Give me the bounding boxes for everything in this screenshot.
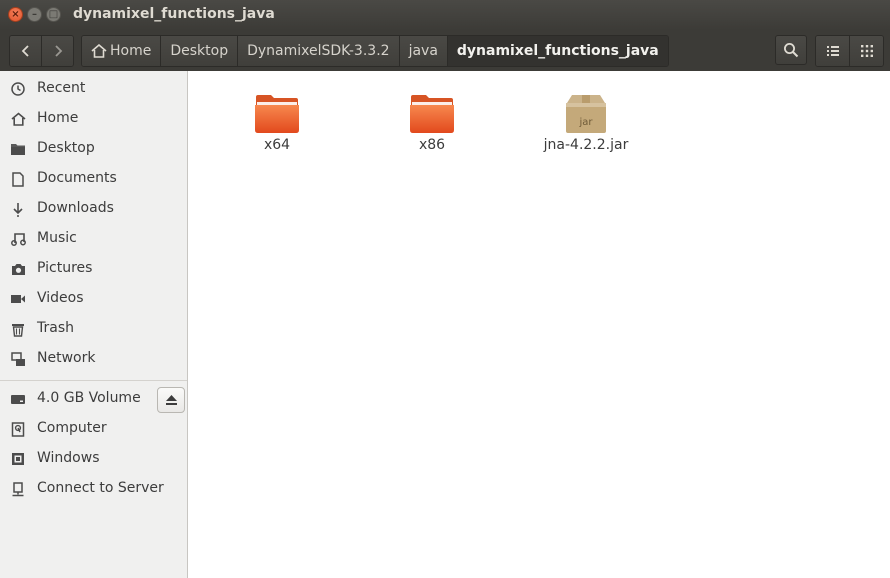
sidebar-item-pictures[interactable]: Pictures bbox=[0, 254, 187, 284]
sidebar-item-label: Downloads bbox=[37, 200, 114, 216]
sidebar-item-trash[interactable]: Trash bbox=[0, 314, 187, 344]
sidebar-item-label: Pictures bbox=[37, 260, 93, 276]
search-button[interactable] bbox=[775, 35, 807, 65]
window-title: dynamixel_functions_java bbox=[73, 6, 275, 22]
document-icon bbox=[10, 171, 26, 187]
home-icon bbox=[10, 111, 26, 127]
maximize-window-button[interactable]: □ bbox=[46, 7, 61, 22]
camera-icon bbox=[10, 261, 26, 277]
trash-icon bbox=[10, 321, 26, 337]
drive-icon bbox=[10, 391, 26, 407]
breadcrumb: Home Desktop DynamixelSDK-3.3.2 java dyn… bbox=[81, 35, 669, 67]
breadcrumb-desktop[interactable]: Desktop bbox=[160, 36, 238, 66]
eject-button[interactable] bbox=[157, 387, 185, 413]
minimize-window-button[interactable]: – bbox=[27, 7, 42, 22]
sidebar-item-label: Desktop bbox=[37, 140, 95, 156]
file-item-x86[interactable]: x86 bbox=[377, 79, 487, 159]
sidebar-item-label: Documents bbox=[37, 170, 117, 186]
folder-icon bbox=[10, 141, 26, 157]
video-icon bbox=[10, 291, 26, 307]
breadcrumb-home[interactable]: Home bbox=[82, 36, 161, 66]
sidebar: Recent Home Desktop Documents Downloads … bbox=[0, 71, 188, 578]
network-icon bbox=[10, 351, 26, 367]
sidebar-item-videos[interactable]: Videos bbox=[0, 284, 187, 314]
file-name: x86 bbox=[418, 137, 446, 153]
file-item-jna-jar[interactable]: jar jna-4.2.2.jar bbox=[531, 79, 641, 159]
grid-view-icon bbox=[860, 45, 873, 57]
sidebar-item-home[interactable]: Home bbox=[0, 104, 187, 134]
breadcrumb-java[interactable]: java bbox=[398, 36, 447, 66]
file-name: x64 bbox=[263, 137, 291, 153]
sidebar-item-recent[interactable]: Recent bbox=[0, 74, 187, 104]
grid-view-button[interactable] bbox=[849, 36, 883, 66]
music-icon bbox=[10, 231, 26, 247]
eject-icon bbox=[165, 395, 177, 405]
file-name: jna-4.2.2.jar bbox=[543, 137, 629, 153]
sidebar-item-downloads[interactable]: Downloads bbox=[0, 194, 187, 224]
forward-button[interactable] bbox=[41, 36, 73, 66]
list-view-button[interactable] bbox=[816, 36, 849, 66]
history-nav bbox=[9, 35, 74, 67]
sidebar-separator bbox=[0, 380, 187, 381]
breadcrumb-dynamixelsdk[interactable]: DynamixelSDK-3.3.2 bbox=[237, 36, 399, 66]
back-button[interactable] bbox=[10, 36, 41, 66]
sidebar-item-label: Music bbox=[37, 230, 77, 246]
sidebar-item-desktop[interactable]: Desktop bbox=[0, 134, 187, 164]
sidebar-item-connect-to-server[interactable]: Connect to Server bbox=[0, 474, 187, 504]
chip-icon bbox=[10, 451, 26, 467]
close-window-button[interactable]: × bbox=[8, 7, 23, 22]
sidebar-item-label: Computer bbox=[37, 420, 107, 436]
server-icon bbox=[10, 481, 26, 497]
sidebar-item-documents[interactable]: Documents bbox=[0, 164, 187, 194]
file-manager-window: × – □ dynamixel_functions_java Home Desk… bbox=[0, 0, 890, 578]
sidebar-item-label: Network bbox=[37, 350, 96, 366]
maximize-icon: □ bbox=[48, 9, 59, 20]
jar-icon-label: jar bbox=[578, 117, 593, 128]
file-item-x64[interactable]: x64 bbox=[222, 79, 332, 159]
sidebar-item-label: Home bbox=[37, 110, 79, 126]
view-switcher bbox=[815, 35, 884, 67]
sidebar-item-label: 4.0 GB Volume bbox=[37, 390, 141, 406]
sidebar-item-label: Windows bbox=[37, 450, 100, 466]
jar-archive-icon: jar bbox=[566, 95, 606, 133]
list-view-icon bbox=[826, 46, 839, 56]
sidebar-item-network[interactable]: Network bbox=[0, 344, 187, 374]
folder-icon bbox=[255, 95, 299, 133]
search-icon bbox=[784, 43, 799, 58]
download-icon bbox=[10, 201, 26, 217]
sidebar-item-windows[interactable]: Windows bbox=[0, 444, 187, 474]
chevron-left-icon bbox=[21, 45, 29, 57]
breadcrumb-current-folder[interactable]: dynamixel_functions_java bbox=[446, 36, 668, 66]
sidebar-item-label: Trash bbox=[37, 320, 74, 336]
sidebar-item-label: Videos bbox=[37, 290, 84, 306]
sidebar-item-label: Recent bbox=[37, 80, 86, 96]
computer-icon bbox=[10, 421, 26, 437]
sidebar-item-computer[interactable]: Computer bbox=[0, 414, 187, 444]
toolbar: Home Desktop DynamixelSDK-3.3.2 java dyn… bbox=[0, 30, 890, 72]
folder-icon bbox=[410, 95, 454, 133]
chevron-right-icon bbox=[54, 45, 62, 57]
clock-icon bbox=[10, 81, 26, 97]
sidebar-item-music[interactable]: Music bbox=[0, 224, 187, 254]
title-bar: × – □ dynamixel_functions_java bbox=[0, 0, 890, 30]
breadcrumb-label: Home bbox=[110, 43, 152, 59]
close-icon: × bbox=[11, 9, 20, 20]
file-view: x64 x86 jar jna-4.2.2.jar bbox=[188, 71, 890, 578]
home-icon bbox=[91, 44, 107, 58]
minimize-icon: – bbox=[32, 9, 37, 20]
sidebar-item-label: Connect to Server bbox=[37, 480, 164, 496]
